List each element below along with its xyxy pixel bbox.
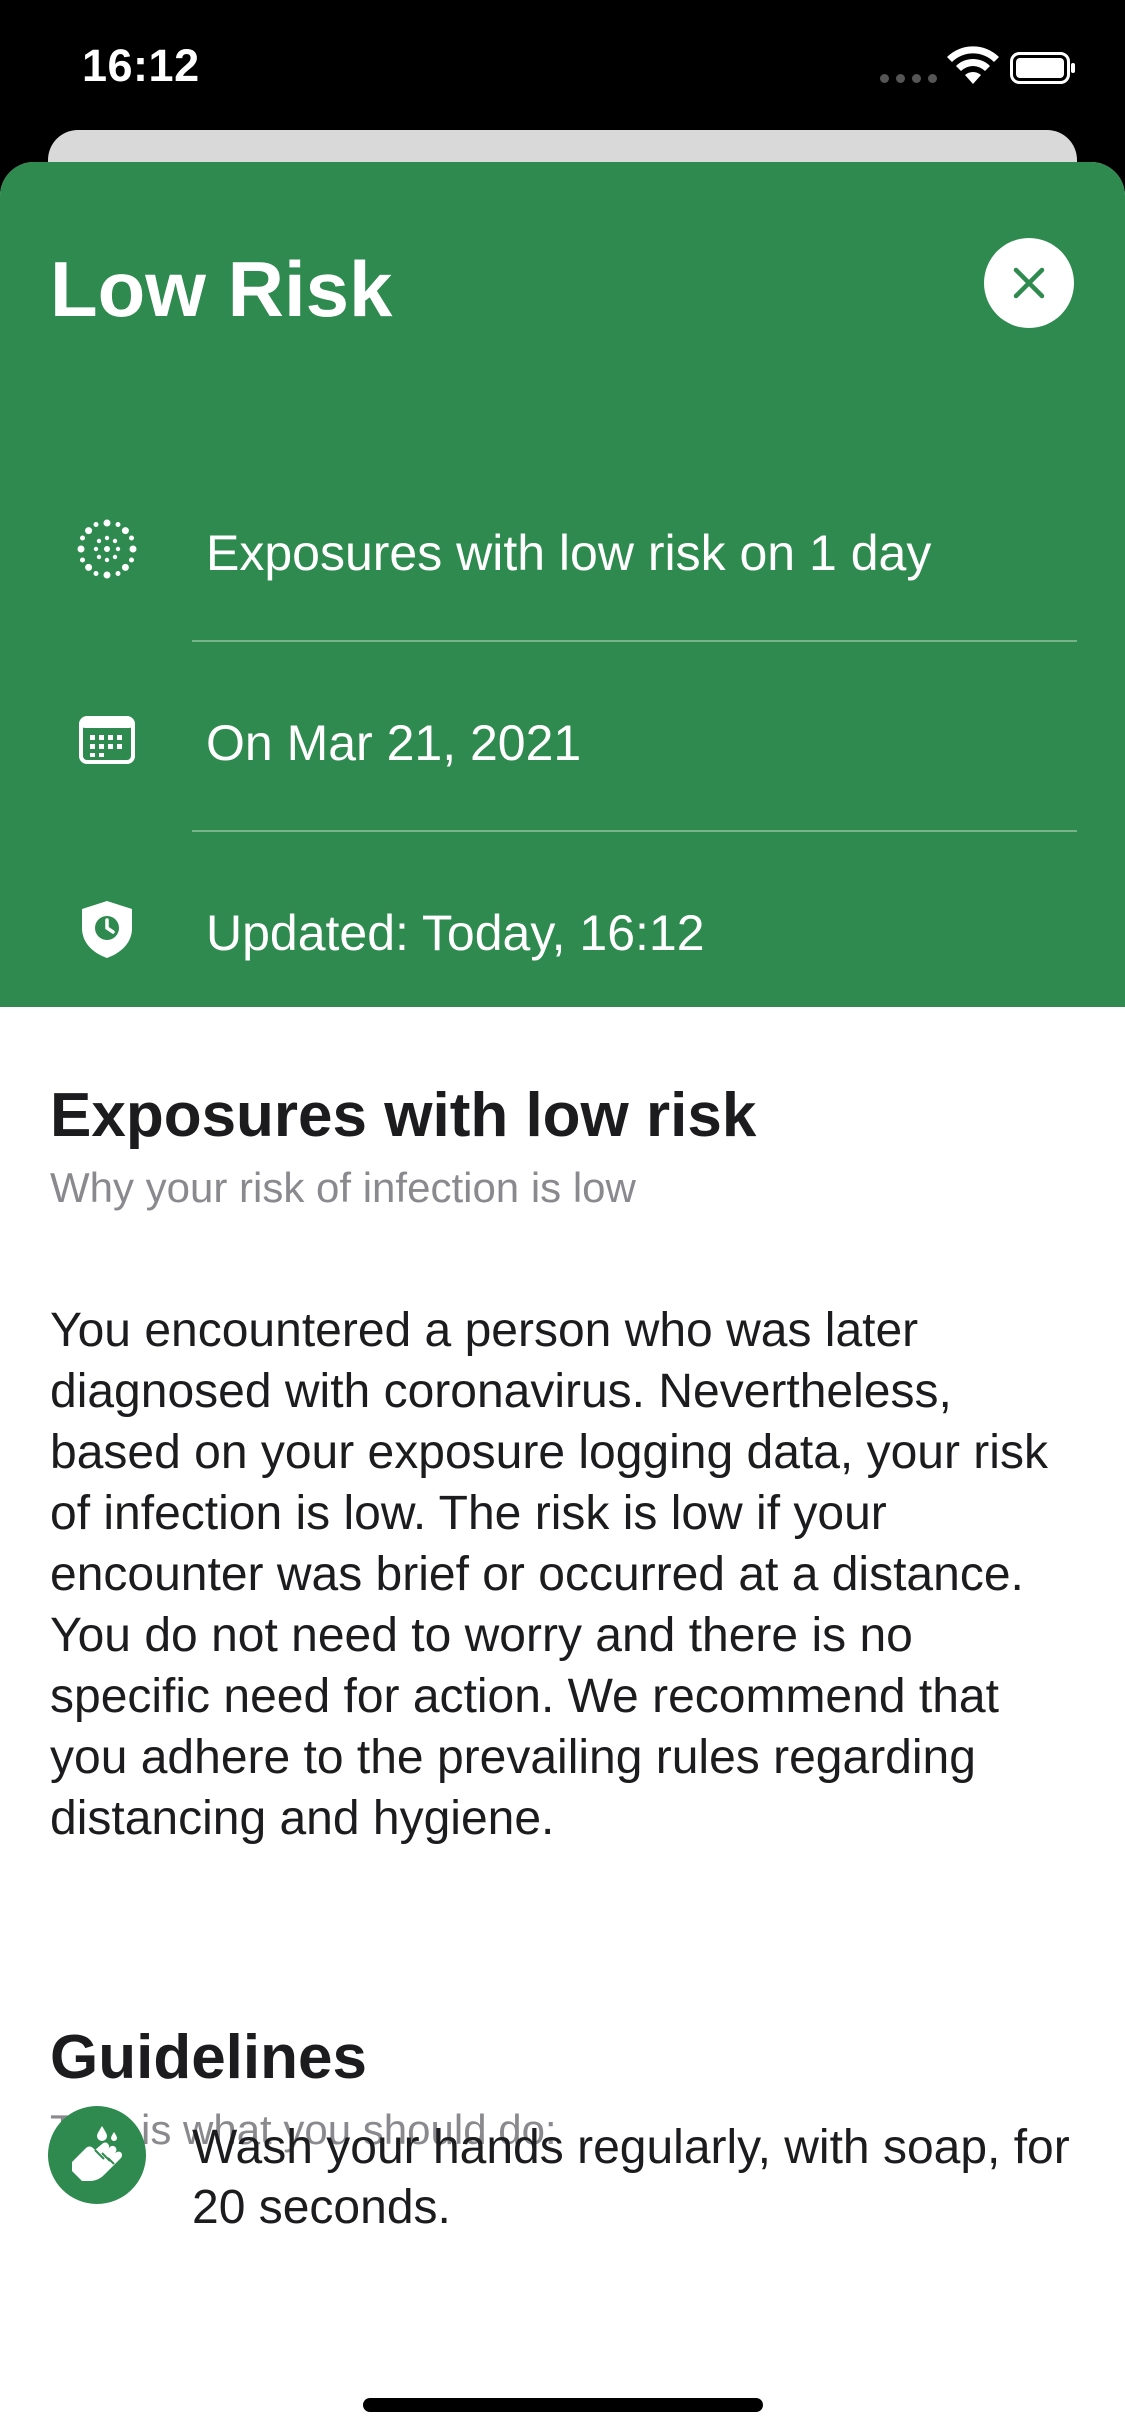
exposure-date-text: On Mar 21, 2021	[206, 715, 582, 771]
guidelines-title: Guidelines	[50, 2023, 367, 2092]
status-time: 16:12	[82, 40, 200, 91]
home-indicator[interactable]	[363, 2398, 763, 2412]
hand-wash-icon	[48, 2106, 146, 2204]
risk-row-exposures: Exposures with low risk on 1 day	[0, 452, 1125, 642]
calendar-icon	[79, 716, 135, 764]
status-bar: 16:12	[0, 0, 1125, 140]
page-title: Low Risk	[50, 245, 393, 333]
updated-text: Updated: Today, 16:12	[206, 905, 705, 961]
guideline-item-text: Wash your hands regularly, with soap, fo…	[192, 2121, 1070, 2234]
shield-clock-icon	[82, 901, 132, 958]
exposure-count-text: Exposures with low risk on 1 day	[206, 525, 932, 581]
risk-detail-sheet: Low Risk Exposures with low risk on 1 da…	[0, 162, 1125, 2436]
cellular-signal-icon	[880, 74, 937, 83]
exposures-explanation: You encountered a person who was later d…	[50, 1304, 1048, 1845]
exposure-virus-icon	[77, 519, 137, 579]
exposures-section-subtitle: Why your risk of infection is low	[50, 1164, 636, 1211]
risk-header: Low Risk Exposures with low risk on 1 da…	[0, 162, 1125, 1007]
battery-icon	[1010, 52, 1075, 84]
close-button[interactable]	[984, 238, 1074, 328]
risk-row-updated: Updated: Today, 16:12	[0, 832, 1125, 1022]
close-icon	[1013, 267, 1045, 299]
wifi-icon	[947, 46, 999, 84]
risk-row-date: On Mar 21, 2021	[0, 642, 1125, 832]
exposures-section-title: Exposures with low risk	[50, 1081, 757, 1150]
hand-wash-glyph	[72, 2126, 122, 2181]
